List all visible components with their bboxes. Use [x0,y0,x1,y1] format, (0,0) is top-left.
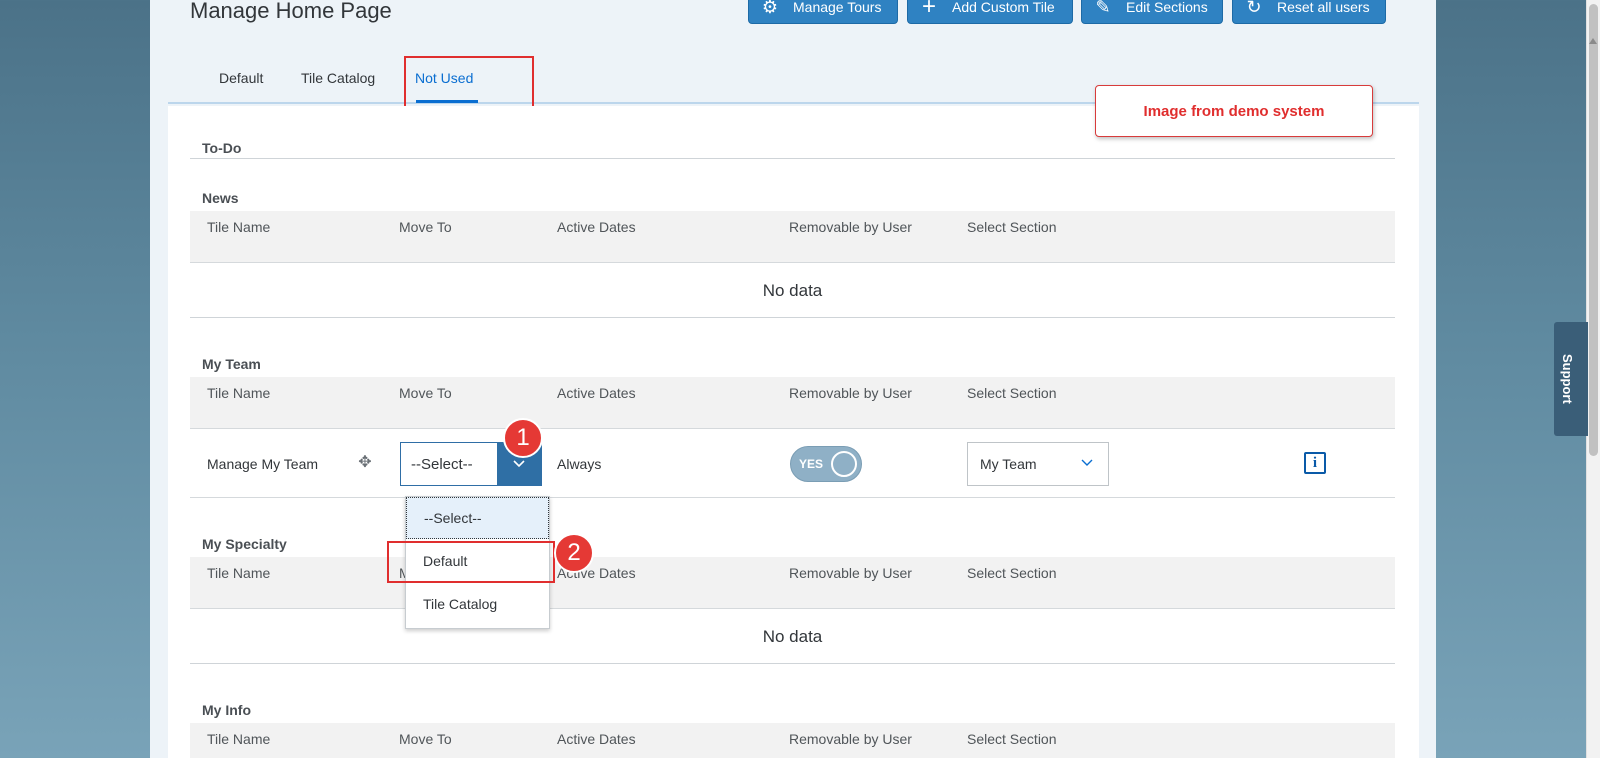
column-header-tile-name: Tile Name [207,219,271,235]
column-header-removable: Removable by User [789,565,912,581]
my-team-table-header: Tile Name Move To Active Dates Removable… [190,377,1395,429]
manage-tours-button[interactable]: ⚙ Manage Tours [748,0,898,24]
active-dates-value: Always [557,456,602,472]
pencil-icon: ✎ [1095,0,1111,17]
column-header-removable: Removable by User [789,731,912,747]
tab-default[interactable]: Default [219,70,263,86]
scrollbar-thumb[interactable] [1589,4,1598,456]
column-header-select-section: Select Section [967,385,1057,401]
news-table-header: Tile Name Move To Active Dates Removable… [190,211,1395,263]
section-title-todo: To-Do [202,140,242,156]
column-header-tile-name: Tile Name [207,731,271,747]
select-section-dropdown[interactable]: My Team [967,442,1109,486]
toggle-knob [831,451,857,477]
manage-tours-label: Manage Tours [793,0,882,15]
column-header-move-to: Move To [399,385,452,401]
section-title-my-info: My Info [202,702,251,718]
reset-all-users-label: Reset all users [1277,0,1370,15]
column-header-removable: Removable by User [789,385,912,401]
add-custom-tile-button[interactable]: + Add Custom Tile [907,0,1073,24]
column-header-tile-name: Tile Name [207,565,271,581]
drag-move-icon[interactable]: ✥ [356,454,374,472]
callout-badge-1: 1 [503,418,543,458]
removable-toggle[interactable]: YES [790,446,862,482]
tab-tile-catalog[interactable]: Tile Catalog [301,70,375,86]
support-label: Support [1560,354,1575,404]
move-to-value: --Select-- [411,456,473,473]
section-divider [190,317,1395,318]
section-divider [190,663,1395,664]
refresh-icon: ↻ [1246,0,1262,17]
table-row: Manage My Team ✥ --Select-- Always YES M… [190,430,1395,498]
demo-system-note: Image from demo system [1095,85,1373,137]
column-header-move-to: Move To [399,219,452,235]
toggle-label: YES [799,457,824,471]
support-tab[interactable]: Support [1554,322,1588,436]
column-header-active-dates: Active Dates [557,219,636,235]
column-header-select-section: Select Section [967,731,1057,747]
add-custom-tile-label: Add Custom Tile [952,0,1055,15]
default-option-highlight [387,541,555,583]
chevron-down-icon [1080,455,1094,469]
column-header-removable: Removable by User [789,219,912,235]
column-header-active-dates: Active Dates [557,731,636,747]
section-title-news: News [202,190,239,206]
reset-all-users-button[interactable]: ↻ Reset all users [1232,0,1386,24]
info-icon[interactable]: i [1304,452,1326,474]
column-header-active-dates: Active Dates [557,385,636,401]
plus-icon: + [921,0,936,20]
page-scrollbar[interactable] [1586,0,1600,758]
dropdown-option-tile-catalog[interactable]: Tile Catalog [406,584,549,626]
section-divider [190,158,1395,159]
manage-home-page: Manage Home Page ⚙ Manage Tours + Add Cu… [150,0,1436,758]
edit-sections-button[interactable]: ✎ Edit Sections [1081,0,1223,24]
news-no-data: No data [762,281,823,300]
column-header-select-section: Select Section [967,219,1057,235]
gear-icon: ⚙ [761,0,779,17]
dropdown-option-select[interactable]: --Select-- [406,497,549,539]
column-header-move-to: Move To [399,731,452,747]
my-info-table-header: Tile Name Move To Active Dates Removable… [190,723,1395,758]
my-specialty-no-data: No data [762,627,823,646]
section-title-my-team: My Team [202,356,261,372]
column-header-tile-name: Tile Name [207,385,271,401]
edit-sections-label: Edit Sections [1126,0,1208,15]
column-header-select-section: Select Section [967,565,1057,581]
scroll-up-arrow-icon[interactable] [1589,38,1597,44]
select-section-value: My Team [980,456,1037,472]
my-specialty-table-header: Tile Name Move To Active Dates Removable… [190,557,1395,609]
callout-badge-2: 2 [554,533,594,573]
section-title-my-specialty: My Specialty [202,536,287,552]
tile-name: Manage My Team [207,456,319,472]
page-title: Manage Home Page [190,0,392,23]
